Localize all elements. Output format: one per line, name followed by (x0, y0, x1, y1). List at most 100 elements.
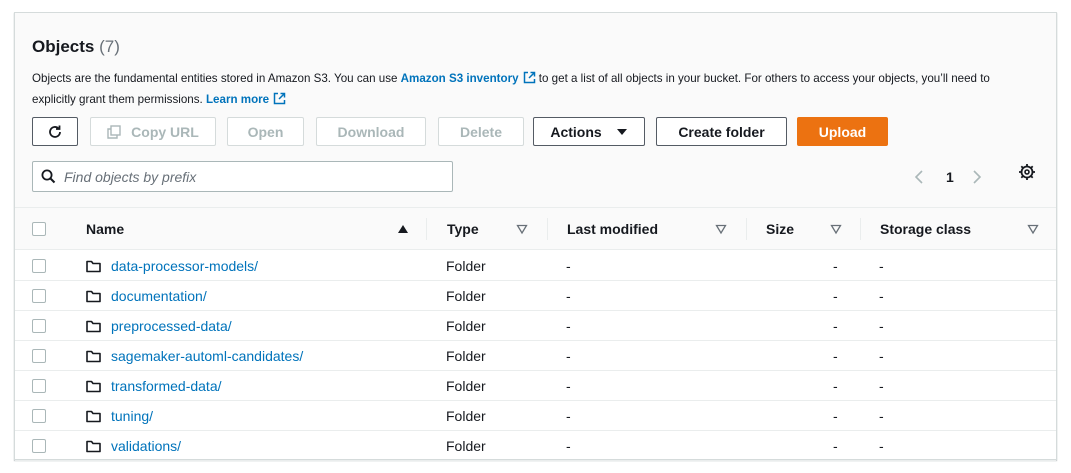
object-name-cell: data-processor-models/ (111, 251, 258, 281)
description-text-1: Objects are the fundamental entities sto… (32, 72, 401, 85)
object-storage-class: - (879, 378, 884, 394)
objects-panel: Objects (7) Objects are the fundamental … (14, 12, 1057, 461)
object-last-modified: - (566, 288, 571, 304)
object-name-link[interactable]: documentation/ (111, 288, 207, 304)
copy-icon (107, 124, 121, 139)
external-link-icon (523, 71, 535, 84)
object-storage-class: - (879, 348, 884, 364)
object-type: Folder (446, 438, 486, 454)
folder-icon (86, 311, 101, 341)
column-divider (426, 218, 427, 240)
sort-icon[interactable] (715, 208, 727, 250)
object-size: - (833, 378, 838, 394)
object-name-cell: sagemaker-automl-candidates/ (111, 341, 303, 371)
learn-more-link[interactable]: Learn more (206, 93, 269, 106)
object-last-modified: - (566, 258, 571, 274)
copy-url-label: Copy URL (131, 123, 199, 140)
table-row[interactable]: sagemaker-automl-candidates/Folder - - - (15, 341, 1056, 371)
sort-icon[interactable] (830, 208, 842, 250)
s3-inventory-link[interactable]: Amazon S3 inventory (401, 72, 519, 85)
folder-icon (86, 371, 101, 401)
row-checkbox[interactable] (32, 319, 46, 333)
object-name-cell: tuning/ (111, 401, 153, 431)
object-size: - (833, 408, 838, 424)
object-last-modified: - (566, 378, 571, 394)
folder-icon (86, 431, 101, 461)
object-count: (7) (99, 37, 120, 56)
object-size: - (833, 288, 838, 304)
object-name-link[interactable]: tuning/ (111, 408, 153, 424)
objects-header: Objects (7) Objects are the fundamental … (15, 13, 1056, 207)
object-name-link[interactable]: preprocessed-data/ (111, 318, 232, 334)
create-folder-button[interactable]: Create folder (656, 117, 787, 146)
column-divider (860, 218, 861, 240)
upload-button[interactable]: Upload (797, 117, 888, 146)
object-name-cell: documentation/ (111, 281, 207, 311)
search-input[interactable] (64, 168, 434, 185)
object-last-modified: - (566, 408, 571, 424)
row-checkbox[interactable] (32, 409, 46, 423)
column-header-storage-class[interactable]: Storage class (880, 208, 971, 250)
object-type: Folder (446, 408, 486, 424)
object-size: - (833, 258, 838, 274)
table-row[interactable]: data-processor-models/Folder - - - (15, 251, 1056, 281)
table-row[interactable]: documentation/Folder - - - (15, 281, 1056, 311)
external-link-icon (273, 92, 286, 105)
chevron-right-icon[interactable] (970, 169, 984, 185)
table-row[interactable]: tuning/Folder - - - (15, 401, 1056, 431)
object-storage-class: - (879, 438, 884, 454)
row-checkbox[interactable] (32, 379, 46, 393)
row-checkbox[interactable] (32, 289, 46, 303)
object-name-cell: preprocessed-data/ (111, 311, 232, 341)
table-row[interactable]: validations/Folder - - - (15, 431, 1056, 461)
sort-ascending-icon[interactable] (397, 208, 409, 250)
select-all-checkbox[interactable] (32, 222, 46, 236)
object-storage-class: - (879, 258, 884, 274)
settings-icon[interactable] (1018, 163, 1036, 181)
refresh-button[interactable] (32, 117, 78, 146)
row-checkbox[interactable] (32, 259, 46, 273)
current-page[interactable]: 1 (946, 169, 954, 185)
sort-icon[interactable] (516, 208, 528, 250)
object-name-cell: transformed-data/ (111, 371, 222, 401)
search-icon (41, 169, 56, 184)
folder-icon (86, 341, 101, 371)
chevron-left-icon[interactable] (912, 169, 926, 185)
folder-icon (86, 251, 101, 281)
sort-icon[interactable] (1027, 208, 1039, 250)
object-name-link[interactable]: validations/ (111, 438, 181, 454)
object-type: Folder (446, 318, 486, 334)
object-size: - (833, 438, 838, 454)
delete-button[interactable]: Delete (438, 117, 524, 146)
object-name-link[interactable]: transformed-data/ (111, 378, 222, 394)
page-title: Objects (7) (32, 37, 120, 57)
column-header-last-modified[interactable]: Last modified (567, 208, 658, 250)
column-header-type[interactable]: Type (447, 208, 479, 250)
object-name-link[interactable]: data-processor-models/ (111, 258, 258, 274)
object-last-modified: - (566, 438, 571, 454)
table-header: Name Type Last modified Size Storage cla… (15, 207, 1056, 250)
row-checkbox[interactable] (32, 349, 46, 363)
object-size: - (833, 318, 838, 334)
open-button[interactable]: Open (227, 117, 304, 146)
actions-dropdown[interactable]: Actions (533, 117, 645, 146)
table-row[interactable]: preprocessed-data/Folder - - - (15, 311, 1056, 341)
actions-label: Actions (550, 123, 602, 140)
copy-url-button[interactable]: Copy URL (90, 117, 216, 146)
download-button[interactable]: Download (316, 117, 426, 146)
download-label: Download (337, 123, 405, 140)
folder-icon (86, 281, 101, 311)
object-storage-class: - (879, 318, 884, 334)
create-folder-label: Create folder (678, 123, 765, 140)
table-row[interactable]: transformed-data/Folder - - - (15, 371, 1056, 401)
caret-down-icon (616, 128, 627, 135)
object-last-modified: - (566, 348, 571, 364)
object-type: Folder (446, 348, 486, 364)
column-header-size[interactable]: Size (766, 208, 794, 250)
folder-icon (86, 401, 101, 431)
search-field[interactable] (32, 161, 453, 192)
column-header-name[interactable]: Name (86, 208, 124, 250)
object-name-link[interactable]: sagemaker-automl-candidates/ (111, 348, 303, 364)
row-checkbox[interactable] (32, 439, 46, 453)
delete-label: Delete (459, 123, 503, 140)
